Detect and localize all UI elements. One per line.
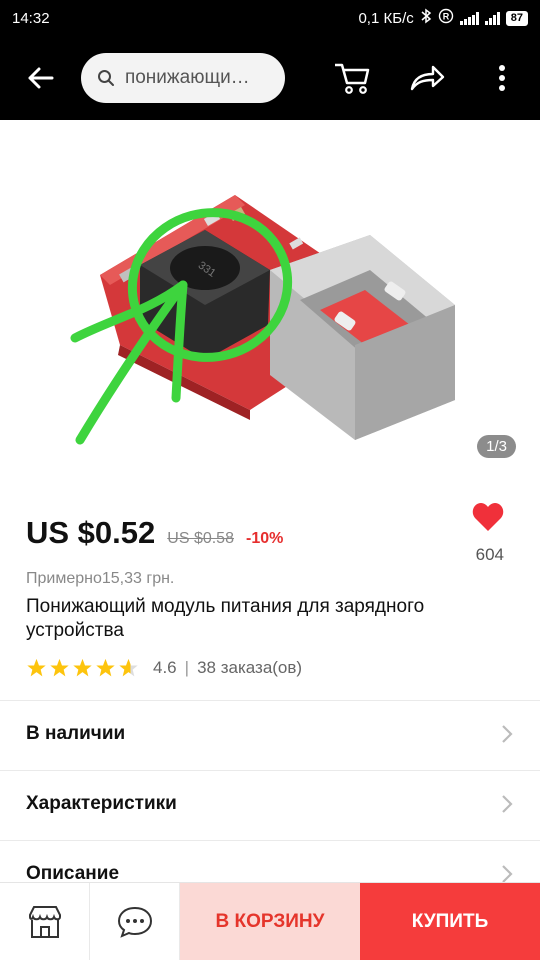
bottom-action-bar: В КОРЗИНУ КУПИТЬ [0,882,540,960]
rating-row[interactable]: 4.6 | 38 заказа(ов) [26,658,302,678]
share-icon [411,65,445,91]
search-input[interactable]: понижающи… [80,53,285,103]
discount-badge: -10% [245,530,284,547]
status-time: 14:32 [12,9,50,27]
chat-icon [117,906,152,938]
add-to-cart-button[interactable]: В КОРЗИНУ [180,883,360,960]
cart-button[interactable] [315,36,390,120]
buy-now-button[interactable]: КУПИТЬ [360,883,540,960]
more-button[interactable] [465,36,540,120]
bluetooth-icon [420,8,432,28]
product-title: Понижающий модуль питания для зарядного … [26,596,425,641]
favorite-button[interactable] [472,502,504,537]
rating-stars [26,658,139,678]
cart-icon [335,63,370,94]
section-availability[interactable]: В наличии [0,700,540,766]
chevron-right-icon [502,794,513,813]
status-icons: 0,1 КБ/с R 87 [358,8,528,28]
product-gallery[interactable]: 331 1/3 [0,120,540,480]
store-button[interactable] [0,883,90,960]
current-price: US $0.52 [26,515,156,550]
search-query: понижающи… [124,67,250,88]
favorites-count: 604 [475,545,504,564]
network-speed: 0,1 КБ/с [358,9,414,27]
star-icon [27,658,46,677]
star-icon [50,658,69,677]
star-icon [96,658,115,677]
app-bar: понижающи… [0,36,540,120]
star-icon [73,658,92,677]
store-icon [28,906,61,938]
section-label: В наличии [26,722,126,744]
chevron-right-icon [502,724,513,743]
signal-icon-2 [484,11,500,25]
product-image: 331 [70,195,455,445]
approx-price: Примерно15,33 грн. [26,570,175,587]
section-label: Характеристики [26,792,177,814]
back-arrow-icon [28,67,54,89]
battery-icon: 87 [505,10,528,26]
more-vert-icon [499,65,506,91]
image-counter: 1/3 [477,435,516,458]
price-row: US $0.52 US $0.58 -10% [26,515,283,551]
registered-icon: R [438,8,454,28]
section-characteristics[interactable]: Характеристики [0,770,540,836]
orders-count: 38 заказа(ов) [197,658,303,677]
back-button[interactable] [0,36,81,120]
svg-text:R: R [443,12,450,22]
rating-separator: | [184,658,190,677]
chat-button[interactable] [90,883,180,960]
rating-value: 4.6 [153,658,177,677]
share-button[interactable] [390,36,465,120]
old-price: US $0.58 [167,530,234,547]
star-half-icon [119,658,138,677]
chevron-right-icon [502,864,513,883]
status-bar: 14:32 0,1 КБ/с R 87 [0,0,540,36]
heart-icon [472,503,504,531]
signal-icon [459,11,479,25]
search-icon [97,70,114,86]
